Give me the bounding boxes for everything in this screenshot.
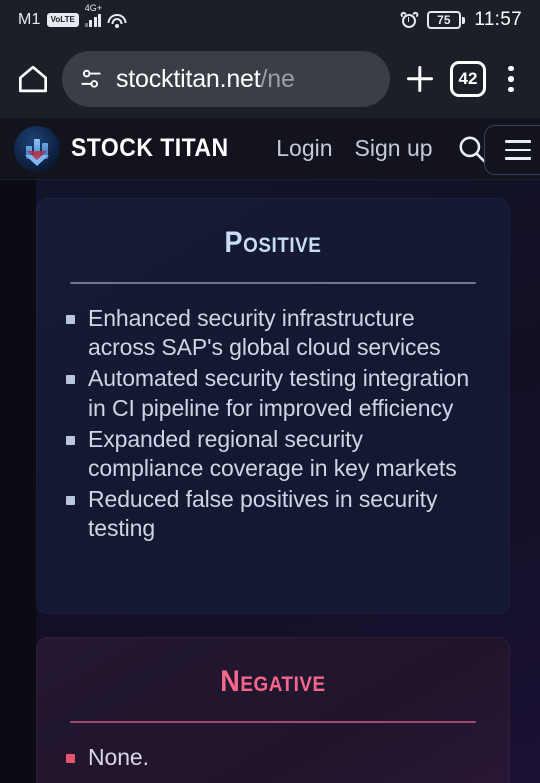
- login-link[interactable]: Login: [276, 135, 332, 162]
- wifi-icon: [107, 13, 127, 28]
- page-inner: Positive Enhanced security infrastructur…: [36, 180, 540, 783]
- list-item: Expanded regional security compliance co…: [62, 425, 476, 483]
- positive-card-divider: [70, 282, 476, 284]
- positive-card-title: Positive: [224, 226, 322, 259]
- negative-bullet-list: None.: [62, 743, 476, 772]
- list-item: None.: [62, 743, 476, 772]
- tab-count-label: 42: [458, 69, 478, 88]
- battery-percent-label: 75: [426, 11, 461, 29]
- negative-card: Negative None.: [36, 637, 510, 783]
- signal-bars-icon: 4G+: [84, 3, 102, 27]
- new-tab-button[interactable]: [400, 59, 440, 99]
- brand-name[interactable]: STOCK TITAN: [71, 134, 229, 163]
- tab-counter-button[interactable]: 42: [450, 61, 486, 97]
- list-item: Enhanced security infrastructure across …: [62, 304, 476, 362]
- volte-badge: VoLTE: [46, 13, 79, 27]
- header-nav: Login Sign up: [276, 135, 432, 162]
- list-item: Reduced false positives in security test…: [62, 485, 476, 543]
- negative-card-title: Negative: [220, 665, 326, 698]
- url-path: /ne: [260, 64, 295, 93]
- signal-strength-bars: [84, 13, 102, 27]
- site-settings-icon[interactable]: [78, 66, 104, 92]
- stock-titan-logo-icon[interactable]: [14, 125, 60, 172]
- negative-card-divider: [70, 721, 476, 723]
- site-header: STOCK TITAN Login Sign up: [0, 118, 540, 180]
- list-item: Automated security testing integration i…: [62, 364, 476, 422]
- status-bar-right: 75 11:57: [399, 9, 522, 31]
- status-bar: M1 VoLTE 4G+ 75 11:57: [0, 0, 540, 40]
- page-content: Positive Enhanced security infrastructur…: [0, 180, 540, 783]
- battery-icon: 75: [426, 11, 466, 29]
- network-type-label: 4G+: [84, 3, 103, 13]
- carrier-label: M1: [18, 11, 41, 28]
- home-icon[interactable]: [14, 60, 52, 98]
- address-bar[interactable]: stocktitan.net/ne: [62, 51, 390, 107]
- browser-menu-button[interactable]: [496, 65, 526, 93]
- signup-link[interactable]: Sign up: [355, 135, 433, 162]
- browser-toolbar: stocktitan.net/ne 42: [0, 40, 540, 118]
- url-domain: stocktitan.net: [116, 64, 261, 93]
- url-text[interactable]: stocktitan.net/ne: [116, 65, 295, 94]
- alarm-clock-icon: [399, 10, 420, 29]
- positive-card: Positive Enhanced security infrastructur…: [36, 198, 510, 614]
- status-bar-left: M1 VoLTE 4G+: [18, 3, 127, 29]
- clock-label: 11:57: [474, 9, 522, 30]
- hamburger-menu-button[interactable]: [484, 125, 540, 175]
- positive-bullet-list: Enhanced security infrastructure across …: [62, 304, 476, 544]
